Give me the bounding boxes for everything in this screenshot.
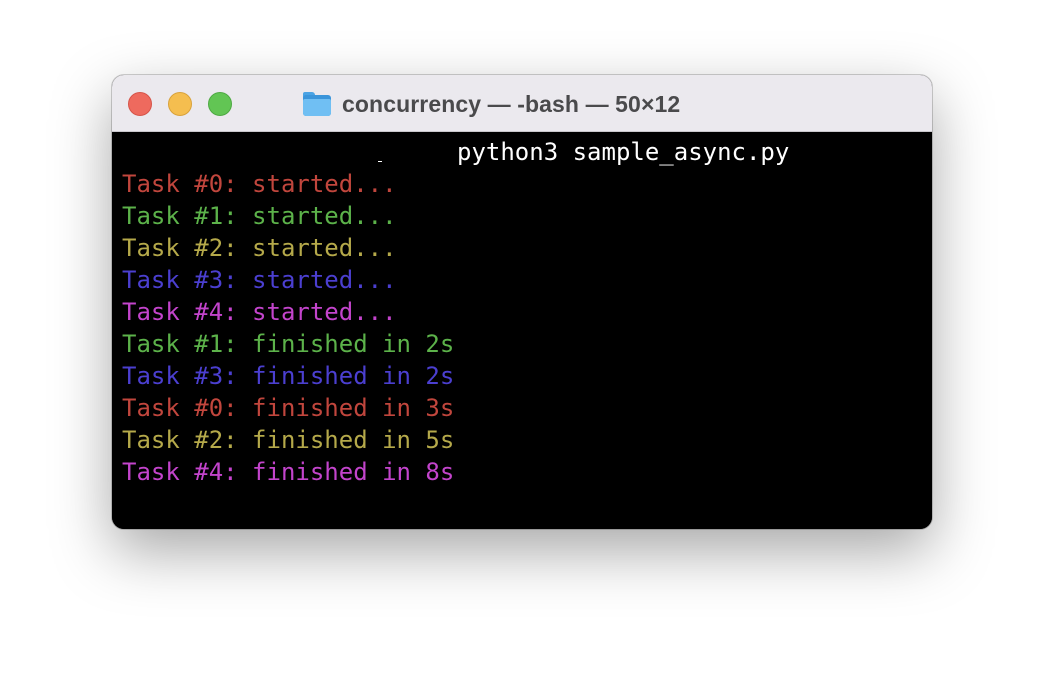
window-title-group: concurrency — -bash — 50×12 — [302, 88, 680, 120]
output-line: Task #4: started... — [122, 298, 397, 326]
terminal-window: concurrency — -bash — 50×12 python3 samp… — [112, 75, 932, 529]
title-bar[interactable]: concurrency — -bash — 50×12 — [112, 75, 932, 132]
output-line: Task #1: finished in 2s — [122, 330, 455, 358]
output-line: Task #1: started... — [122, 202, 397, 230]
output-line: Task #0: finished in 3s — [122, 394, 455, 422]
output-line: Task #2: finished in 5s — [122, 426, 455, 454]
cursor-artifact — [378, 161, 382, 162]
minimize-button[interactable] — [168, 92, 192, 116]
output-line: Task #3: started... — [122, 266, 397, 294]
close-button[interactable] — [128, 92, 152, 116]
output-line: Task #2: started... — [122, 234, 397, 262]
output-line: Task #0: started... — [122, 170, 397, 198]
output-line: Task #4: finished in 8s — [122, 458, 455, 486]
zoom-button[interactable] — [208, 92, 232, 116]
command-line: python3 sample_async.py — [457, 138, 790, 166]
window-title: concurrency — -bash — 50×12 — [342, 90, 681, 117]
terminal-output-area[interactable]: python3 sample_async.py Task #0: started… — [112, 132, 932, 529]
folder-icon[interactable] — [302, 91, 332, 117]
output-lines: Task #0: started... Task #1: started... … — [122, 168, 454, 488]
output-line: Task #3: finished in 2s — [122, 362, 455, 390]
